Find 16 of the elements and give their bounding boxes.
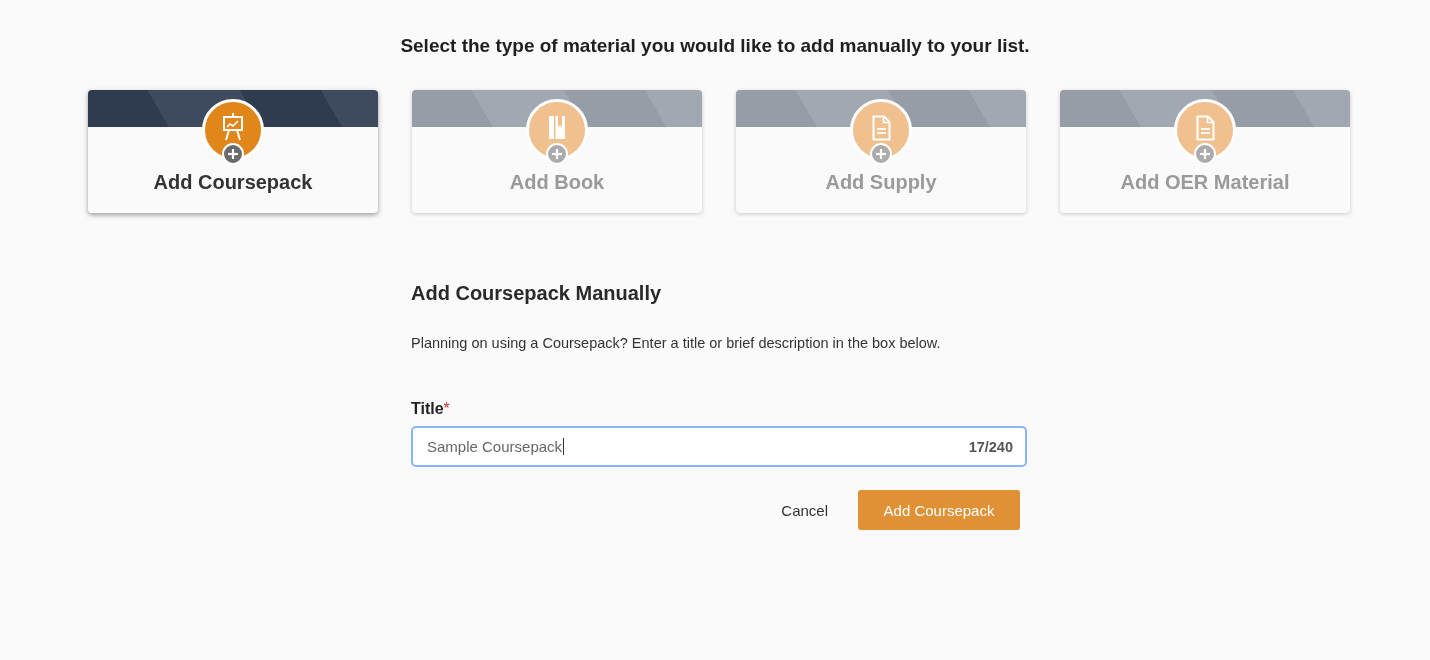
cancel-button[interactable]: Cancel xyxy=(781,501,828,519)
field-label: Title* xyxy=(411,399,450,419)
material-type-card[interactable]: Add Supply xyxy=(736,90,1026,213)
submit-button[interactable]: Add Coursepack xyxy=(858,490,1020,530)
plus-icon xyxy=(222,143,244,165)
material-type-card[interactable]: Add OER Material xyxy=(1060,90,1350,213)
description-text: Planning on using a Coursepack? Enter a title or brief description in the box below. xyxy=(411,334,942,353)
title-input[interactable]: Sample Coursepack 17/240 xyxy=(411,426,1027,467)
character-count: 17/240 xyxy=(968,438,1013,455)
plus-icon xyxy=(1194,143,1216,165)
material-type-card[interactable]: Add Coursepack xyxy=(88,90,378,213)
section-heading: Add Coursepack Manually xyxy=(411,281,663,305)
plus-icon xyxy=(870,143,892,165)
page-title: Select the type of material you would like to add manually to your list. xyxy=(399,34,1031,58)
plus-icon xyxy=(546,143,568,165)
material-type-card[interactable]: Add Book xyxy=(412,90,702,213)
